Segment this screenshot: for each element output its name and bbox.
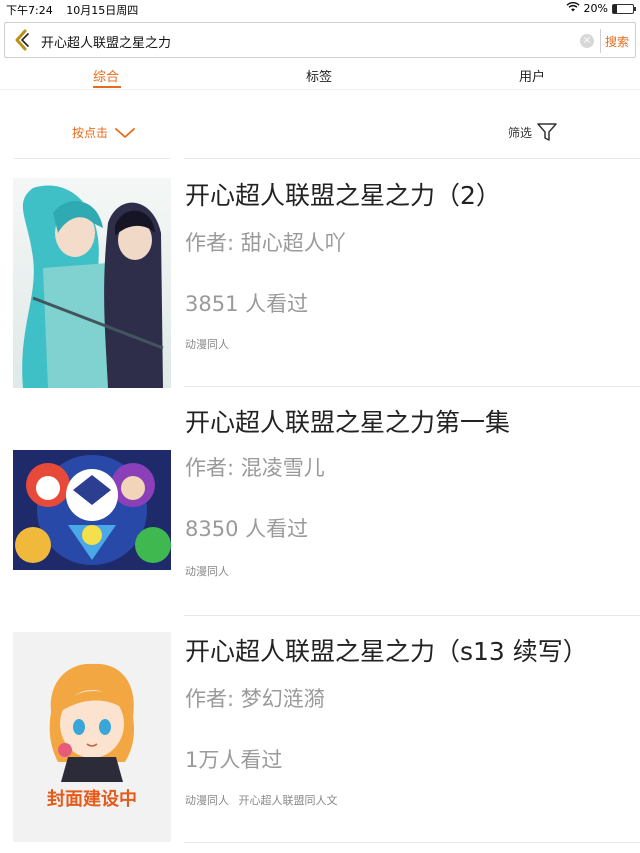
tag-label[interactable]: 动漫同人 [185,565,229,578]
status-bar: 下午7:24 10月15日周四 20% [0,0,640,18]
result-tags: 动漫同人 [185,563,235,579]
search-divider [600,29,601,53]
result-views: 8350 人看过 [185,517,309,541]
status-time: 下午7:24 [6,4,53,17]
result-views: 1万人看过 [185,748,283,772]
chevron-left-icon [15,29,29,51]
battery-percent: 20% [583,2,608,15]
chevron-down-icon [115,127,135,138]
divider [184,158,640,159]
wifi-icon [566,1,580,15]
divider [14,158,170,159]
search-bar: 开心超人联盟之星之力 × 搜索 [4,22,636,58]
battery-level [613,4,617,13]
divider [184,386,640,387]
divider [184,615,640,616]
cover-image [13,450,171,570]
divider [184,842,640,843]
back-button[interactable] [11,28,33,52]
cover-image: 封面建设中 [13,632,171,842]
result-views: 3851 人看过 [185,292,309,316]
search-button[interactable]: 搜索 [605,33,629,50]
result-tags: 动漫同人 开心超人联盟同人文 [185,792,344,808]
result-author[interactable]: 作者: 混凌雪儿 [185,452,325,482]
result-title[interactable]: 开心超人联盟之星之力（s13 续写） [185,632,588,668]
status-date: 10月15日周四 [66,4,139,17]
sort-label: 按点击 [72,126,109,140]
result-title[interactable]: 开心超人联盟之星之力（2） [185,176,501,212]
result-tags: 动漫同人 [185,336,235,352]
clear-search-icon[interactable]: × [580,34,594,48]
filter-button[interactable]: 筛选 [508,122,558,142]
cover-image [13,178,171,388]
battery-icon [612,3,636,14]
sort-dropdown[interactable]: 按点击 [72,124,136,141]
tag-label[interactable]: 动漫同人 [185,338,229,351]
tab-comprehensive[interactable]: 综合 [93,66,119,85]
active-tab-indicator [93,86,121,88]
filter-label: 筛选 [508,125,533,140]
tab-users[interactable]: 用户 [519,66,545,85]
tag-label[interactable]: 开心超人联盟同人文 [239,794,338,807]
cover-placeholder-text: 封面建设中 [47,789,137,810]
search-input[interactable]: 开心超人联盟之星之力 [41,32,171,51]
result-author[interactable]: 作者: 甜心超人吖 [185,227,346,257]
funnel-icon [537,123,557,141]
tab-tags[interactable]: 标签 [306,66,332,85]
tab-bar: 综合 标签 用户 [0,62,640,90]
result-title[interactable]: 开心超人联盟之星之力第一集 [185,403,510,439]
result-author[interactable]: 作者: 梦幻涟漪 [185,683,325,713]
tag-label[interactable]: 动漫同人 [185,794,229,807]
